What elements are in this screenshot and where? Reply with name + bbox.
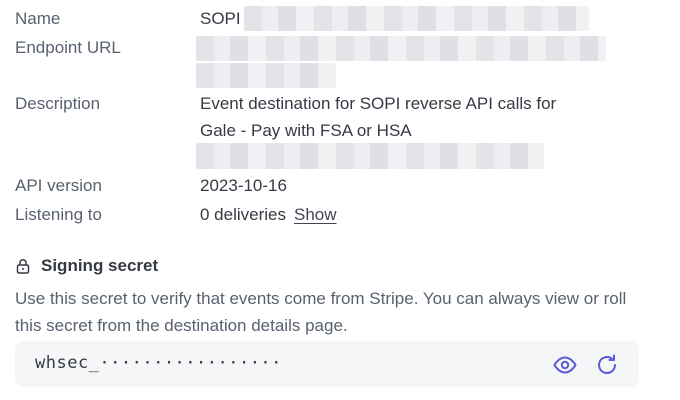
name-value: SOPI xyxy=(200,9,241,28)
api-version-value: 2023-10-16 xyxy=(200,176,287,195)
eye-icon[interactable] xyxy=(553,353,577,377)
description-redacted xyxy=(196,143,544,169)
refresh-icon[interactable] xyxy=(595,353,619,377)
endpoint-url-label: Endpoint URL xyxy=(15,38,121,57)
endpoint-url-redacted xyxy=(196,36,606,61)
signing-secret-heading: Signing secret xyxy=(15,256,158,276)
listening-to-value: 0 deliveries Show xyxy=(200,201,337,228)
name-label: Name xyxy=(15,9,61,28)
description-label: Description xyxy=(15,94,101,113)
api-version-label: API version xyxy=(15,176,102,195)
name-redacted xyxy=(244,6,589,31)
deliveries-count: 0 deliveries xyxy=(200,205,286,224)
secret-field[interactable]: whsec_················· xyxy=(15,341,639,387)
description-line1: Event destination for SOPI reverse API c… xyxy=(200,94,557,113)
listening-to-label: Listening to xyxy=(15,205,102,224)
signing-secret-title: Signing secret xyxy=(41,256,159,275)
secret-masked-value: whsec_················· xyxy=(35,353,282,373)
lock-icon xyxy=(16,259,30,274)
endpoint-url-redacted-2 xyxy=(196,63,336,88)
description-line2: Gale - Pay with FSA or HSA xyxy=(200,121,412,140)
show-deliveries-link[interactable]: Show xyxy=(294,205,337,224)
signing-secret-description: Use this secret to verify that events co… xyxy=(15,289,627,335)
